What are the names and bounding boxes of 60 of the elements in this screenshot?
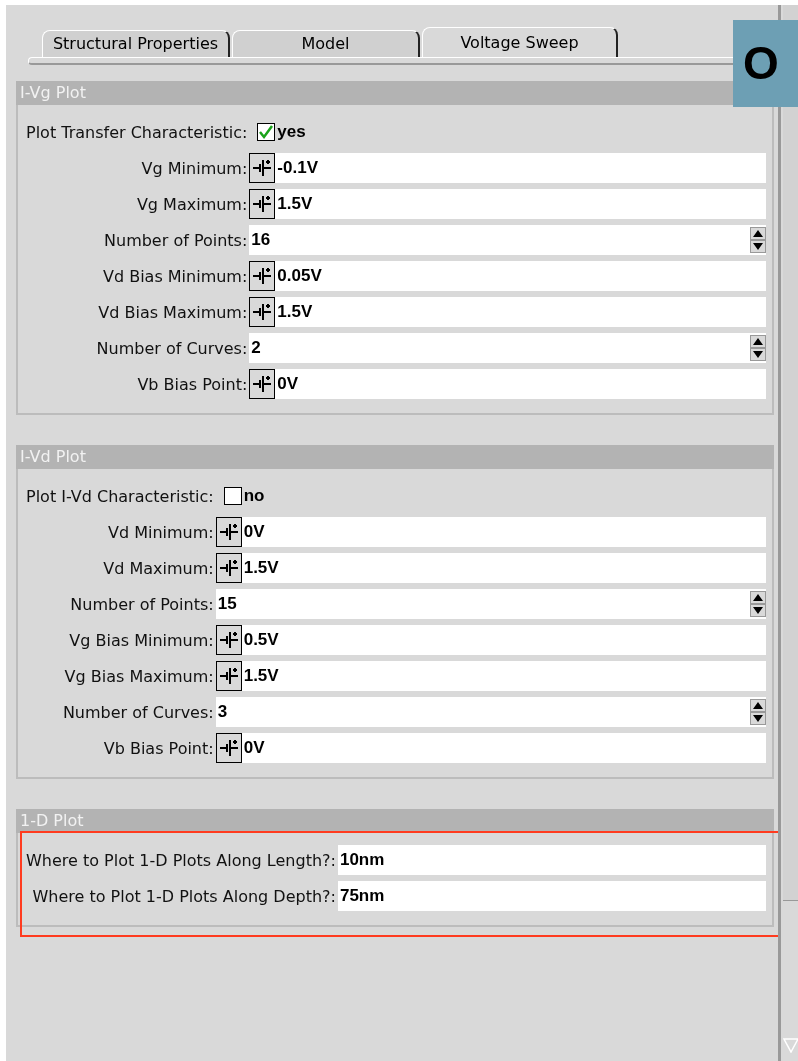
spinner-arrows-icon[interactable] — [750, 335, 766, 361]
spinner-arrows-icon[interactable] — [750, 591, 766, 617]
tab[interactable]: Voltage Sweep — [422, 27, 618, 57]
field-label: Number of Curves: — [95, 338, 249, 358]
input-field[interactable]: -0.1V — [275, 153, 766, 183]
field-label: Vg Bias Maximum: — [63, 666, 215, 686]
voltage-source-icon[interactable] — [215, 625, 242, 655]
scrollbar-thumb[interactable] — [783, 5, 798, 901]
checkbox-label: no — [243, 486, 265, 506]
input-field[interactable]: 10nm — [337, 845, 766, 875]
voltage-source-icon[interactable] — [249, 189, 276, 219]
checkbox[interactable] — [223, 487, 242, 505]
field-label: Number of Curves: — [61, 702, 215, 722]
scrollbar[interactable] — [778, 5, 798, 1061]
voltage-source-icon[interactable] — [249, 369, 276, 399]
field-label: Vb Bias Point: — [102, 738, 215, 758]
tab[interactable]: Structural Properties — [42, 30, 230, 57]
input-field[interactable]: 1.5V — [275, 189, 766, 219]
section-header: 1-D Plot — [16, 809, 774, 833]
spin-field[interactable]: 16 — [249, 225, 766, 255]
input-field[interactable]: 0V — [275, 369, 766, 399]
spinner-arrows-icon[interactable] — [750, 227, 766, 253]
field-label: Number of Points: — [69, 594, 215, 614]
field-label: Vd Maximum: — [102, 558, 215, 578]
input-field[interactable]: 75nm — [337, 881, 766, 911]
spin-field[interactable]: 3 — [215, 697, 766, 727]
field-label: Vg Bias Minimum: — [68, 630, 215, 650]
spinner-arrows-icon[interactable] — [750, 699, 766, 725]
checkbox-label: yes — [277, 122, 306, 142]
input-field[interactable]: 1.5V — [275, 297, 766, 327]
voltage-source-icon[interactable] — [249, 261, 276, 291]
field-label: Plot Transfer Characteristic: — [26, 122, 249, 142]
field-label: Where to Plot 1-D Plots Along Depth?: — [31, 886, 337, 906]
checkbox[interactable] — [257, 123, 276, 141]
field-label: Vd Minimum: — [106, 522, 215, 542]
input-field[interactable]: 1.5V — [241, 661, 766, 691]
input-field[interactable]: 0V — [241, 517, 766, 547]
field-label: Vd Bias Minimum: — [101, 266, 249, 286]
voltage-source-icon[interactable] — [215, 553, 242, 583]
tab[interactable]: Model — [232, 30, 420, 57]
input-field[interactable]: 0.5V — [241, 625, 766, 655]
voltage-source-icon[interactable] — [215, 517, 242, 547]
spin-field[interactable]: 15 — [215, 589, 766, 619]
voltage-source-icon[interactable] — [249, 297, 276, 327]
spin-field[interactable]: 2 — [249, 333, 766, 363]
corner-badge: O — [733, 20, 798, 107]
field-label: Vg Maximum: — [135, 194, 249, 214]
field-label: Vd Bias Maximum: — [97, 302, 249, 322]
voltage-source-icon[interactable] — [249, 153, 276, 183]
input-field[interactable]: 0V — [241, 733, 766, 763]
section-header: I-Vd Plot — [16, 445, 774, 469]
field-label: Where to Plot 1-D Plots Along Length?: — [26, 850, 337, 870]
voltage-source-icon[interactable] — [215, 733, 242, 763]
field-label: Vb Bias Point: — [136, 374, 249, 394]
voltage-source-icon[interactable] — [215, 661, 242, 691]
field-label: Plot I-Vd Characteristic: — [26, 486, 215, 506]
field-label: Number of Points: — [103, 230, 249, 250]
input-field[interactable]: 0.05V — [275, 261, 766, 291]
field-label: Vg Minimum: — [140, 158, 249, 178]
input-field[interactable]: 1.5V — [241, 553, 766, 583]
